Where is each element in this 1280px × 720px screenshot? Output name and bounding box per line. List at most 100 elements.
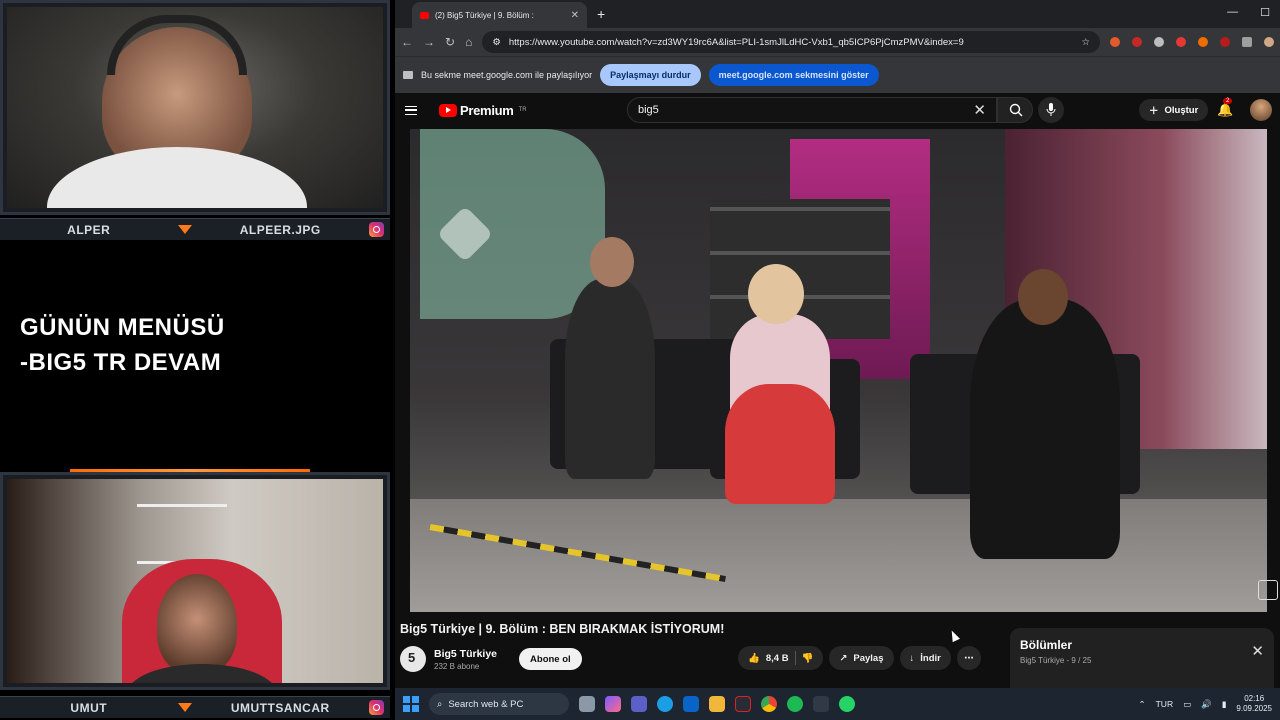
chevron-up-icon[interactable]: ⌃ [1138, 699, 1145, 710]
video-actions: 👍 8,4 B 👎 ↗ Paylaş ↓ İndir ⋯ [738, 646, 981, 670]
show-meet-tab-button[interactable]: meet.google.com sekmesini göster [708, 64, 879, 86]
more-actions-button[interactable]: ⋯ [956, 646, 981, 670]
file-explorer-icon[interactable] [709, 696, 725, 712]
extension-icon[interactable] [1176, 37, 1186, 47]
person-right [970, 299, 1120, 559]
youtube-logo[interactable]: Premium TR [439, 103, 527, 118]
minimize-icon[interactable]: — [1227, 6, 1238, 19]
person-right-head [1018, 269, 1068, 325]
site-info-icon[interactable]: ⚙ [492, 37, 501, 48]
reload-icon[interactable]: ↻ [445, 35, 455, 49]
network-icon[interactable]: ▭ [1183, 699, 1191, 710]
extension-icon[interactable] [1132, 37, 1142, 47]
more-icon: ⋯ [964, 652, 974, 664]
subscribe-button[interactable]: Abone ol [519, 648, 582, 670]
video-player[interactable] [410, 129, 1267, 612]
webcam-bottom [0, 472, 390, 690]
puzzle-icon[interactable] [1242, 37, 1252, 47]
taskbar-search-placeholder: Search web & PC [448, 698, 524, 710]
close-icon[interactable]: ✕ [1251, 642, 1264, 660]
logo-region: TR [518, 107, 527, 113]
extensions [1110, 37, 1274, 47]
tab-title: (2) Big5 Türkiye | 9. Bölüm : [435, 10, 534, 20]
bell-icon: 🔔 [1217, 102, 1234, 117]
nameplate-bottom: UMUT UMUTTSANCAR [0, 696, 390, 718]
studio-floor [410, 499, 1267, 612]
volume-icon[interactable]: 🔊 [1201, 699, 1212, 710]
download-label: İndir [920, 652, 941, 664]
triangle-icon [177, 703, 192, 712]
home-icon[interactable]: ⌂ [465, 35, 472, 49]
windows-start-icon[interactable] [403, 696, 419, 712]
menu-icon[interactable] [405, 105, 417, 115]
address-bar[interactable]: ⚙ https://www.youtube.com/watch?v=zd3WY1… [482, 31, 1100, 53]
miniplayer-icon[interactable] [1258, 580, 1278, 600]
search-input[interactable]: big5 ✕ [627, 97, 997, 123]
lang-indicator[interactable]: TUR [1156, 699, 1173, 709]
like-icon[interactable]: 👍 [748, 653, 760, 664]
playlist-title[interactable]: Bölümler [1020, 638, 1264, 652]
chrome-icon[interactable] [761, 696, 777, 712]
whatsapp-icon[interactable] [839, 696, 855, 712]
extension-icon[interactable] [1198, 37, 1208, 47]
toolbar: ← → ↻ ⌂ ⚙ https://www.youtube.com/watch?… [395, 28, 1280, 56]
screen: ALPER ALPEER.JPG GÜNÜN MENÜSÜ -BIG5 TR D… [0, 0, 1280, 720]
share-button[interactable]: ↗ Paylaş [829, 646, 894, 670]
wall-shelf [137, 504, 227, 564]
create-button[interactable]: ＋ Oluştur [1139, 99, 1209, 121]
clear-search-icon[interactable]: ✕ [973, 101, 986, 119]
nameplate-right: ALPEER.JPG [239, 222, 321, 237]
stop-sharing-button[interactable]: Paylaşmayı durdur [600, 64, 701, 86]
like-count[interactable]: 8,4 B [766, 653, 789, 664]
ublock-icon[interactable] [1220, 37, 1230, 47]
teams-icon[interactable] [631, 696, 647, 712]
opera-icon[interactable] [735, 696, 751, 712]
taskbar-search[interactable]: ⌕ Search web & PC [429, 693, 569, 715]
clock-time: 02:16 [1244, 694, 1265, 703]
outlook-icon[interactable] [683, 696, 699, 712]
nameplate-left: ALPER [67, 222, 111, 237]
headphones-icon [107, 15, 247, 75]
search-icon: ⌕ [437, 698, 443, 710]
nameplate-top: ALPER ALPEER.JPG [0, 218, 390, 240]
nameplate-left: UMUT [70, 700, 108, 715]
nameplate-right: UMUTTSANCAR [230, 700, 330, 715]
shield-icon[interactable] [1154, 37, 1164, 47]
chrome-window: (2) Big5 Türkiye | 9. Bölüm : ✕ + — ☐ ← … [395, 0, 1280, 688]
copilot-icon[interactable] [605, 696, 621, 712]
spotify-icon[interactable] [787, 696, 803, 712]
task-view-icon[interactable] [579, 696, 595, 712]
person-left-head [590, 237, 634, 287]
extension-icon[interactable] [1110, 37, 1120, 47]
edge-icon[interactable] [657, 696, 673, 712]
notifications-button[interactable]: 🔔 2 [1217, 98, 1234, 118]
tab-youtube[interactable]: (2) Big5 Türkiye | 9. Bölüm : ✕ [412, 2, 587, 28]
battery-icon[interactable]: ▮ [1222, 699, 1227, 710]
download-button[interactable]: ↓ İndir [899, 646, 951, 670]
clock[interactable]: 02:16 9.09.2025 [1236, 694, 1272, 714]
tab-close-icon[interactable]: ✕ [571, 10, 579, 21]
back-icon[interactable]: ← [401, 35, 413, 49]
clock-date: 9.09.2025 [1236, 704, 1272, 713]
bookmark-star-icon[interactable]: ☆ [1081, 37, 1090, 48]
share-message: Bu sekme meet.google.com ile paylaşılıyo… [421, 70, 593, 80]
app-icon[interactable] [813, 696, 829, 712]
dislike-icon[interactable]: 👎 [802, 653, 814, 664]
forward-icon[interactable]: → [423, 35, 435, 49]
search-button[interactable] [997, 97, 1033, 123]
window-controls: — ☐ [1227, 6, 1270, 19]
voice-search-button[interactable] [1038, 97, 1064, 123]
new-tab-icon[interactable]: + [597, 6, 605, 22]
maximize-icon[interactable]: ☐ [1260, 6, 1270, 19]
divider [794, 651, 796, 665]
youtube-header: Premium TR big5 ✕ ＋ Oluştur 🔔 2 [395, 93, 1280, 127]
profile-icon[interactable] [1264, 37, 1274, 47]
person-left [565, 279, 655, 479]
channel-name[interactable]: Big5 Türkiye [434, 648, 497, 660]
channel-avatar[interactable] [400, 646, 426, 672]
person-middle-dress [725, 384, 835, 504]
stream-overlay: ALPER ALPEER.JPG GÜNÜN MENÜSÜ -BIG5 TR D… [0, 0, 395, 720]
youtube-favicon-icon [420, 11, 429, 19]
avatar[interactable] [1250, 99, 1272, 121]
create-label: Oluştur [1164, 104, 1199, 116]
